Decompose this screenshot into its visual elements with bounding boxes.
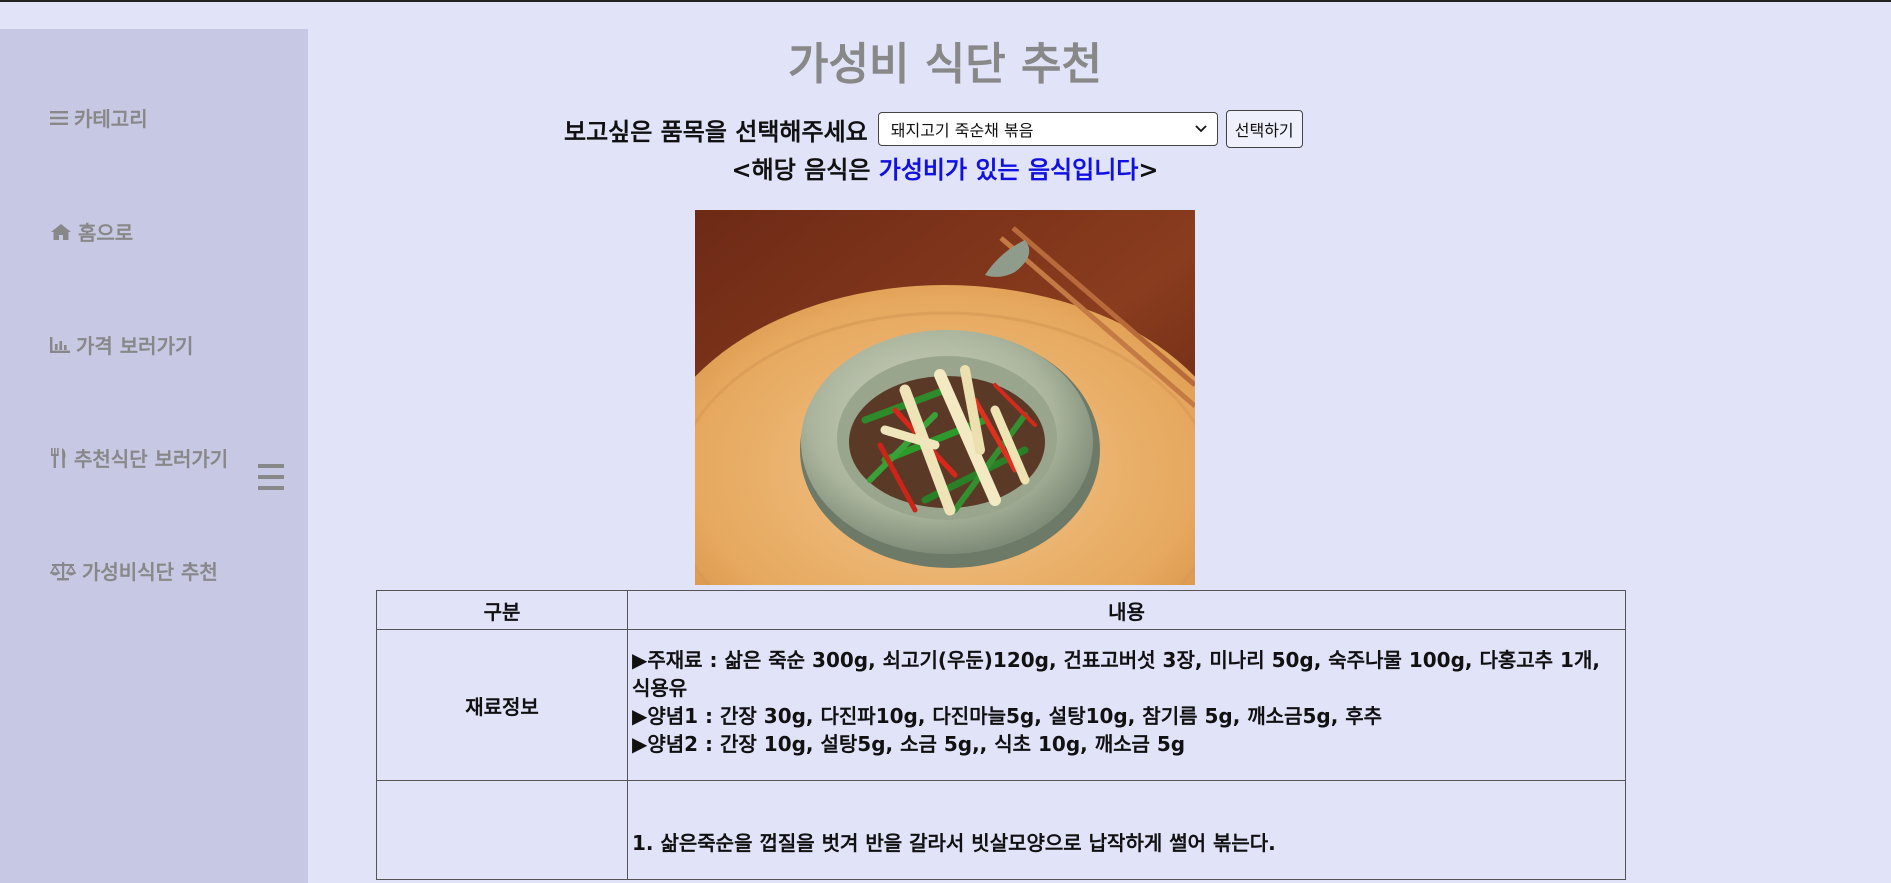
sidebar-item-label: 카테고리 <box>74 107 148 131</box>
chevron-down-icon <box>1195 125 1207 133</box>
item-select-value: 돼지고기 죽순채 볶음 <box>890 121 1034 140</box>
ingredients-cell: ▶주재료 : 삶은 죽순 300g, 쇠고기(우둔)120g, 건표고버섯 3장… <box>627 629 1626 781</box>
sidebar-item-home[interactable]: 홈으로 <box>50 217 133 246</box>
notice-highlight: 가성비가 있는 음식입니다 <box>878 156 1139 184</box>
scale-icon <box>50 561 76 580</box>
notice-prefix: <해당 음식은 <box>731 156 879 184</box>
sidebar-item-value-menu[interactable]: 가성비식단 추천 <box>50 556 218 585</box>
sidebar-item-label: 가성비식단 추천 <box>82 560 218 584</box>
select-button[interactable]: 선택하기 <box>1225 110 1303 148</box>
sidebar-item-price[interactable]: 가격 보러가기 <box>50 330 193 359</box>
instructions-cell: 1. 삶은죽순을 껍질을 벗겨 반을 갈라서 빗살모양으로 납작하게 썰어 볶는… <box>627 780 1626 880</box>
instruction-line: 1. 삶은죽순을 껍질을 벗겨 반을 갈라서 빗살모양으로 납작하게 썰어 볶는… <box>632 831 1276 855</box>
table-header-row: 구분 내용 <box>376 590 1626 630</box>
select-label: 보고싶은 품목을 선택해주세요 <box>564 117 868 146</box>
column-header-category: 구분 <box>376 590 628 630</box>
table-row: 재료정보 ▶주재료 : 삶은 죽순 300g, 쇠고기(우둔)120g, 건표고… <box>376 629 1626 781</box>
item-select[interactable]: 돼지고기 죽순채 볶음 <box>877 112 1218 146</box>
sidebar-item-label: 가격 보러가기 <box>76 334 194 358</box>
sidebar-item-label: 홈으로 <box>78 221 134 245</box>
ingredient-line: ▶양념2 : 간장 10g, 설탕5g, 소금 5g,, 식초 10g, 깨소금… <box>632 732 1186 756</box>
sidebar-item-label: 추천식단 보러가기 <box>74 447 229 471</box>
chart-icon <box>50 336 70 353</box>
sidebar-item-category[interactable]: 카테고리 <box>50 103 148 132</box>
recipe-table: 구분 내용 재료정보 ▶주재료 : 삶은 죽순 300g, 쇠고기(우둔)120… <box>376 590 1626 880</box>
ingredient-line: ▶양념1 : 간장 30g, 다진파10g, 다진마늘5g, 설탕10g, 참기… <box>632 704 1383 728</box>
hamburger-icon <box>258 464 284 490</box>
utensils-icon <box>51 447 66 468</box>
list-icon <box>50 110 68 125</box>
row-label <box>376 780 628 880</box>
notice-suffix: > <box>1138 156 1159 184</box>
home-icon <box>51 223 71 240</box>
row-label: 재료정보 <box>376 629 628 781</box>
sidebar: 카테고리 홈으로 가격 보러가기 추천식단 보러가기 가성비식단 추천 <box>0 29 308 883</box>
ingredient-line: ▶주재료 : 삶은 죽순 300g, 쇠고기(우둔)120g, 건표고버섯 3장… <box>632 648 1600 700</box>
item-selector-row: 보고싶은 품목을 선택해주세요 돼지고기 죽순채 볶음 선택하기 <box>564 110 1303 148</box>
column-header-content: 내용 <box>627 590 1626 630</box>
window-top-border <box>0 0 1891 2</box>
menu-toggle-button[interactable] <box>258 464 284 496</box>
sidebar-item-recommended-menu[interactable]: 추천식단 보러가기 <box>50 443 228 472</box>
page-title: 가성비 식단 추천 <box>788 39 1102 90</box>
food-photo <box>695 210 1195 585</box>
value-notice: <해당 음식은 가성비가 있는 음식입니다> <box>310 150 1580 185</box>
table-row: 1. 삶은죽순을 껍질을 벗겨 반을 갈라서 빗살모양으로 납작하게 썰어 볶는… <box>376 780 1626 880</box>
